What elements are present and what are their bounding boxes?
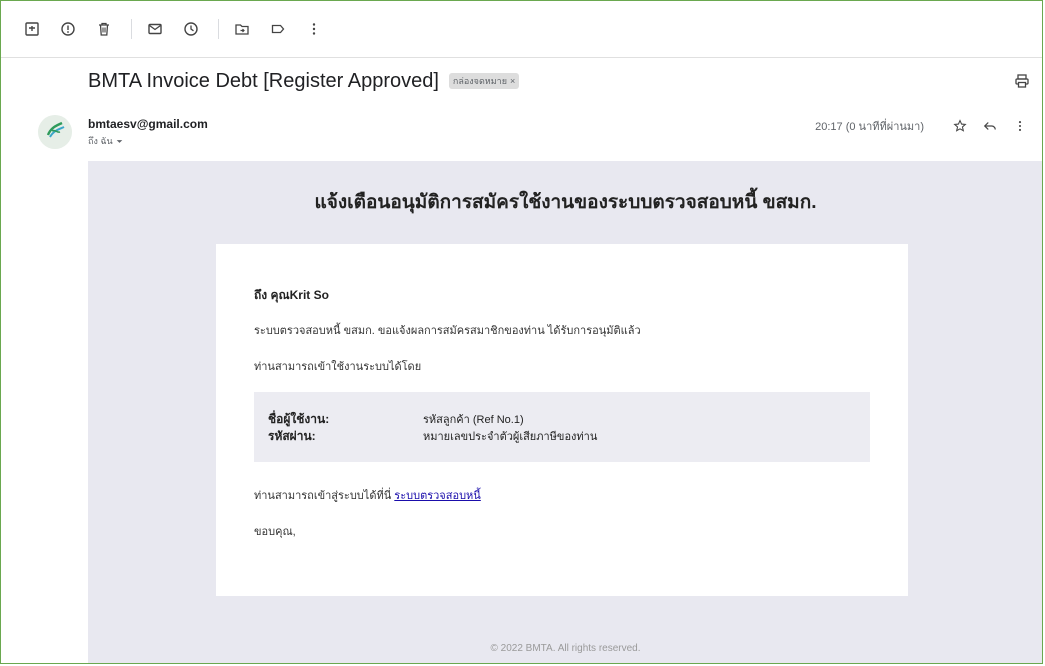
toolbar-divider — [131, 19, 132, 39]
label-chip-text: กล่องจดหมาย — [452, 76, 507, 86]
sender-avatar — [38, 115, 72, 149]
print-icon[interactable] — [1014, 73, 1030, 94]
inbox-label-chip[interactable]: กล่องจดหมาย × — [448, 73, 520, 89]
message-meta: 20:17 (0 นาทีที่ผ่านมา) — [815, 117, 1028, 135]
approval-text: ระบบตรวจสอบหนี้ ขสมก. ขอแจ้งผลการสมัครสม… — [254, 325, 641, 337]
toolbar-divider — [218, 19, 219, 39]
sender-info: bmtaesv@gmail.com ถึง ฉัน — [88, 117, 208, 148]
credential-key: รหัสผ่าน: — [268, 429, 316, 443]
reply-icon[interactable] — [982, 118, 998, 134]
recipient-toggle[interactable]: ถึง ฉัน — [88, 134, 208, 148]
mark-unread-icon[interactable] — [146, 20, 164, 38]
greeting: ถึง คุณKrit So — [254, 288, 329, 302]
recipient-text: ถึง ฉัน — [88, 136, 113, 146]
message-time: 20:17 (0 นาทีที่ผ่านมา) — [815, 121, 924, 133]
body-heading: แจ้งเตือนอนุมัติการสมัครใช้งานของระบบตรว… — [314, 192, 817, 213]
login-link-text: ท่านสามารถเข้าสู่ระบบได้ที่นี่ ระบบตรวจส… — [254, 486, 481, 504]
sign-off: ขอบคุณ, — [254, 526, 296, 538]
credential-row-password: รหัสผ่าน: หมายเลขประจำตัวผู้เสียภาษีของท… — [268, 427, 597, 446]
toolbar — [1, 1, 1042, 58]
archive-icon[interactable] — [23, 20, 41, 38]
report-spam-icon[interactable] — [59, 20, 77, 38]
label-chip-close-icon[interactable]: × — [510, 76, 515, 86]
snooze-icon[interactable] — [182, 20, 200, 38]
email-window: BMTA Invoice Debt [Register Approved] กล… — [0, 0, 1043, 664]
label-icon[interactable] — [269, 20, 287, 38]
login-instruction: ท่านสามารถเข้าใช้งานระบบได้โดย — [254, 361, 422, 373]
credentials-box: ชื่อผู้ใช้งาน: รหัสลูกค้า (Ref No.1) รหั… — [254, 392, 870, 462]
subject-row: BMTA Invoice Debt [Register Approved] กล… — [88, 66, 1030, 96]
credential-value: หมายเลขประจำตัวผู้เสียภาษีของท่าน — [423, 431, 598, 443]
login-link-prefix: ท่านสามารถเข้าสู่ระบบได้ที่นี่ — [254, 490, 395, 502]
delete-icon[interactable] — [95, 20, 113, 38]
email-body: แจ้งเตือนอนุมัติการสมัครใช้งานของระบบตรว… — [88, 161, 1042, 663]
more-icon[interactable] — [1012, 118, 1028, 134]
email-subject: BMTA Invoice Debt [Register Approved] — [88, 69, 439, 92]
message-card: ถึง คุณKrit So ระบบตรวจสอบหนี้ ขสมก. ขอแ… — [216, 244, 908, 596]
login-link[interactable]: ระบบตรวจสอบหนี้ — [394, 490, 481, 502]
chevron-down-icon — [116, 139, 122, 143]
more-vert-icon[interactable] — [305, 20, 323, 38]
star-icon[interactable] — [952, 118, 968, 134]
sender-email[interactable]: bmtaesv@gmail.com — [88, 117, 208, 131]
footer-copyright: © 2022 BMTA. All rights reserved. — [490, 643, 641, 654]
move-to-icon[interactable] — [233, 20, 251, 38]
